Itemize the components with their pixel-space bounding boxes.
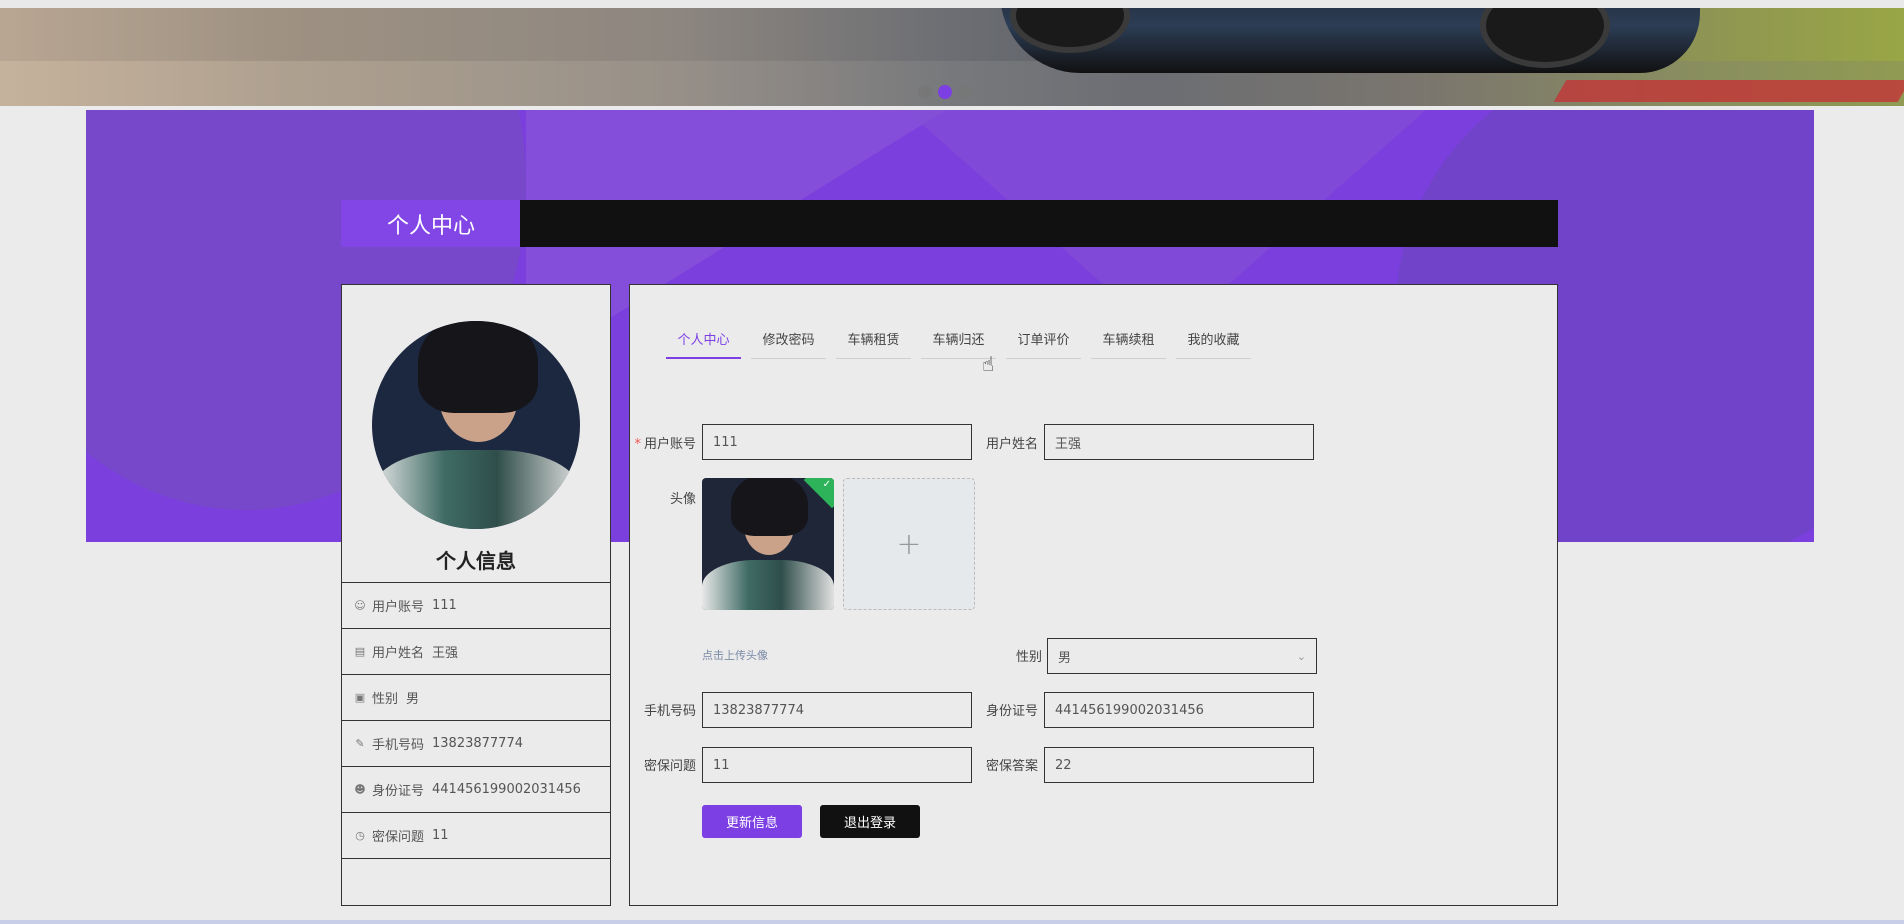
avatar-figure: [702, 559, 834, 610]
carousel-dot-3[interactable]: [958, 85, 972, 99]
idcard-input[interactable]: 441456199002031456: [1044, 692, 1314, 728]
profile-row-empty: [342, 858, 610, 904]
profile-row-value: 王强: [432, 646, 459, 661]
profile-row-label: 用户账号: [372, 600, 425, 615]
profile-row-value: 13823877774: [432, 736, 523, 751]
banner-carousel[interactable]: [0, 8, 1904, 106]
update-info-button[interactable]: 更新信息: [702, 805, 802, 838]
profile-title: 个人信息: [436, 549, 516, 573]
profile-row-label: 性别: [372, 692, 399, 707]
answer-label: 密保答案: [985, 759, 1038, 774]
section-title: 个人中心: [341, 200, 521, 247]
upload-avatar-button[interactable]: +: [843, 478, 975, 610]
profile-tabs: 个人中心 修改密码 车辆租赁 车辆归还 订单评价 车辆续租 我的收藏: [666, 319, 1261, 359]
profile-row-value: 11: [432, 828, 449, 843]
tab-change-password[interactable]: 修改密码: [751, 319, 826, 359]
id-card-icon: ▤: [354, 645, 366, 658]
profile-card: 个人信息 ☺ 用户账号 111 ▤ 用户姓名 王强 ▣ 性别 男 ✎ 手机号码 …: [341, 284, 611, 906]
upload-hint: 点击上传头像: [702, 649, 768, 662]
gender-label: 性别: [1015, 650, 1042, 665]
profile-row-label: 手机号码: [372, 738, 425, 753]
carousel-dot-2[interactable]: [938, 85, 952, 99]
avatar-figure: [731, 478, 808, 537]
profile-row-value: 男: [406, 692, 420, 707]
clock-icon: ◷: [355, 829, 365, 842]
tab-my-favorites[interactable]: 我的收藏: [1176, 319, 1251, 359]
gender-select[interactable]: 男 ⌄: [1047, 638, 1317, 674]
avatar: [372, 321, 580, 529]
name-label: 用户姓名: [985, 437, 1038, 452]
name-input[interactable]: 王强: [1044, 424, 1314, 460]
idcard-label: 身份证号: [985, 704, 1038, 719]
phone-input[interactable]: 13823877774: [702, 692, 972, 728]
carousel-dots: [918, 85, 972, 99]
user-icon: ☺: [354, 599, 366, 612]
bottom-strip: [0, 920, 1904, 924]
hand-cursor-icon: ☝: [982, 352, 995, 376]
account-label: * 用户账号: [632, 433, 696, 452]
chevron-down-icon: ⌄: [1296, 649, 1306, 663]
question-input[interactable]: 11: [702, 747, 972, 783]
avatar-figure: [417, 321, 539, 413]
account-label-text: 用户账号: [643, 437, 696, 452]
banner-curb: [1553, 80, 1904, 102]
carousel-dot-1[interactable]: [918, 85, 932, 99]
tab-vehicle-rental[interactable]: 车辆租赁: [836, 319, 911, 359]
gender-icon: ▣: [354, 691, 366, 704]
account-input[interactable]: 111: [702, 424, 972, 460]
profile-row-name: ▤ 用户姓名 王强: [342, 628, 610, 674]
avatar-label: 头像: [669, 492, 696, 507]
profile-row-label: 用户姓名: [372, 646, 425, 661]
profile-row-label: 身份证号: [372, 784, 425, 799]
answer-input[interactable]: 22: [1044, 747, 1314, 783]
profile-row-value: 111: [432, 598, 457, 613]
tab-rental-renewal[interactable]: 车辆续租: [1091, 319, 1166, 359]
profile-row-gender: ▣ 性别 男: [342, 674, 610, 720]
edit-icon: ✎: [355, 737, 365, 750]
required-asterisk: *: [634, 437, 641, 452]
section-title-bar: [520, 200, 1558, 247]
profile-info-list: ☺ 用户账号 111 ▤ 用户姓名 王强 ▣ 性别 男 ✎ 手机号码 13823…: [342, 582, 610, 904]
logout-button[interactable]: 退出登录: [820, 805, 920, 838]
top-strip: [0, 0, 1904, 8]
avatar-figure: [372, 449, 580, 529]
profile-row-phone: ✎ 手机号码 13823877774: [342, 720, 610, 766]
tab-order-review[interactable]: 订单评价: [1006, 319, 1081, 359]
profile-row-label: 密保问题: [372, 830, 425, 845]
check-icon: ✓: [822, 479, 831, 490]
uploaded-avatar-thumbnail[interactable]: ✓: [702, 478, 834, 610]
gender-select-value: 男: [1058, 650, 1072, 666]
phone-label: 手机号码: [643, 704, 696, 719]
profile-row-question: ◷ 密保问题 11: [342, 812, 610, 858]
profile-form-card: 个人中心 修改密码 车辆租赁 车辆归还 订单评价 车辆续租 我的收藏 * 用户账号…: [629, 284, 1558, 906]
person-icon: ☻: [354, 783, 366, 796]
question-label: 密保问题: [643, 759, 696, 774]
profile-row-account: ☺ 用户账号 111: [342, 582, 610, 628]
profile-row-idcard: ☻ 身份证号 441456199002031456: [342, 766, 610, 812]
tab-personal-center[interactable]: 个人中心: [666, 319, 741, 359]
profile-row-value: 441456199002031456: [432, 782, 581, 797]
